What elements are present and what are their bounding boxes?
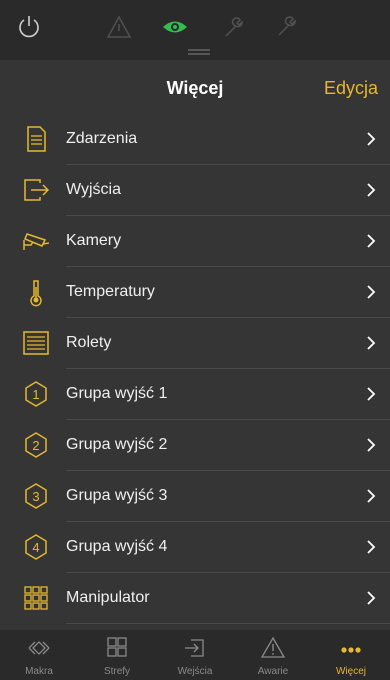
warning-icon[interactable] (104, 12, 134, 42)
chevron-right-icon (367, 285, 376, 299)
svg-text:2: 2 (32, 438, 39, 453)
list-item-manipulator[interactable]: Manipulator (0, 573, 390, 624)
list-item-grupa-wyjsc-1[interactable]: 1 Grupa wyjść 1 (0, 369, 390, 420)
keypad-icon (24, 586, 48, 610)
tab-label: Awarie (257, 666, 289, 677)
chevron-right-icon (367, 132, 376, 146)
hexagon-3-icon: 3 (25, 483, 47, 509)
chevron-right-icon (367, 438, 376, 452)
blinds-icon (23, 331, 49, 355)
list-item-label: Grupa wyjść 2 (66, 436, 168, 453)
list-item-grupa-wyjsc-2[interactable]: 2 Grupa wyjść 2 (0, 420, 390, 471)
list-item-label: Rolety (66, 334, 112, 351)
drag-handle-icon[interactable] (186, 48, 212, 56)
list-item-zdarzenia[interactable]: Zdarzenia (0, 114, 390, 165)
list-item-label: Manipulator (66, 589, 150, 606)
thermometer-icon (30, 280, 42, 307)
warning-icon (260, 636, 286, 658)
list-item-kamery[interactable]: Kamery (0, 216, 390, 267)
tab-wejscia[interactable]: Wejścia (156, 630, 234, 680)
macro-icon (28, 641, 50, 655)
tab-label: Makra (25, 666, 53, 677)
list-item-label: Grupa wyjść 4 (66, 538, 168, 555)
hexagon-4-icon: 4 (25, 534, 47, 560)
svg-text:1: 1 (32, 387, 39, 402)
tab-label: Strefy (103, 666, 131, 677)
edit-button[interactable]: Edycja (324, 78, 378, 99)
tab-strefy[interactable]: Strefy (78, 630, 156, 680)
tab-wiecej[interactable]: Więcej (312, 630, 390, 680)
svg-text:3: 3 (32, 489, 39, 504)
chevron-right-icon (367, 336, 376, 350)
chevron-right-icon (367, 489, 376, 503)
list-item-grupa-wyjsc-3[interactable]: 3 Grupa wyjść 3 (0, 471, 390, 522)
list-item-wyjscia[interactable]: Wyjścia (0, 165, 390, 216)
tab-bar: Makra Strefy Wejścia Awarie Więcej (0, 630, 390, 680)
exit-icon (24, 179, 50, 201)
list-item-label: Temperatury (66, 283, 155, 300)
chevron-right-icon (367, 183, 376, 197)
chevron-right-icon (367, 234, 376, 248)
tab-awarie[interactable]: Awarie (234, 630, 312, 680)
list-item-label: Wyjścia (66, 181, 121, 198)
list-item-label: Grupa wyjść 1 (66, 385, 168, 402)
hexagon-2-icon: 2 (25, 432, 47, 458)
tab-label: Wejścia (177, 666, 213, 677)
power-icon[interactable] (14, 12, 44, 42)
list-item-rolety[interactable]: Rolety (0, 318, 390, 369)
list-item-label: Kamery (66, 232, 122, 249)
wrench-icon[interactable] (218, 12, 248, 42)
zones-icon (107, 637, 127, 657)
svg-text:4: 4 (32, 540, 39, 555)
status-bar (0, 0, 390, 60)
chevron-right-icon (367, 540, 376, 554)
list-item-grupa-wyjsc-4[interactable]: 4 Grupa wyjść 4 (0, 522, 390, 573)
nav-header: Więcej Edycja (0, 60, 390, 114)
tab-label: Więcej (335, 666, 366, 677)
more-icon (341, 647, 361, 653)
list-item-temperatury[interactable]: Temperatury (0, 267, 390, 318)
eye-icon[interactable] (160, 12, 190, 42)
wrench-icon[interactable] (270, 12, 300, 42)
chevron-right-icon (367, 387, 376, 401)
tab-makra[interactable]: Makra (0, 630, 78, 680)
list-item-label: Grupa wyjść 3 (66, 487, 168, 504)
menu-list: Zdarzenia Wyjścia Kamery Temperatury Rol… (0, 114, 390, 630)
list-item-label: Zdarzenia (66, 130, 138, 147)
camera-icon (23, 233, 50, 250)
input-icon (185, 639, 204, 657)
hexagon-1-icon: 1 (25, 381, 47, 407)
document-icon (27, 126, 46, 152)
chevron-right-icon (367, 591, 376, 605)
